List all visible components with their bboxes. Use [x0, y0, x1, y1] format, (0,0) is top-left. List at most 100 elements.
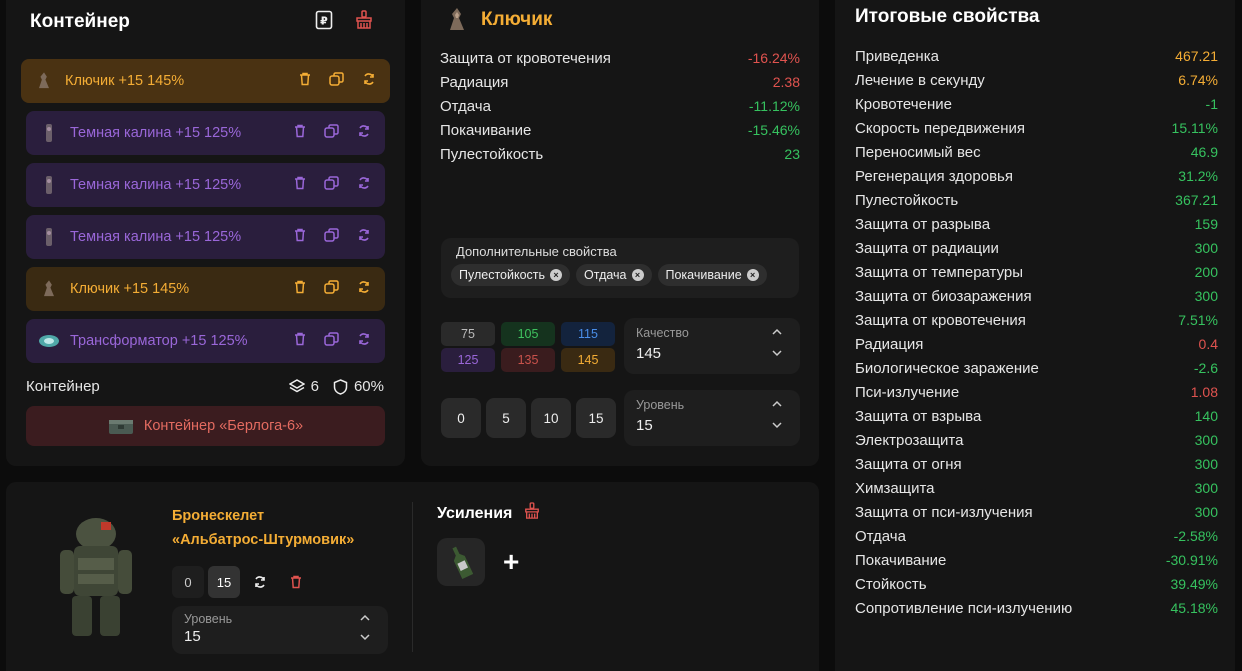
refresh-icon[interactable] — [362, 72, 376, 91]
container-item[interactable]: Темная калина +15 125% — [26, 163, 385, 207]
totals-row: Защита от огня 300 — [855, 456, 1218, 473]
property-chip[interactable]: Покачивание × — [657, 264, 767, 286]
remove-chip-icon[interactable]: × — [550, 269, 563, 281]
totals-label: Стойкость — [855, 576, 927, 593]
totals-row: Кровотечение -1 — [855, 96, 1218, 113]
refresh-icon[interactable] — [357, 176, 371, 195]
container-item[interactable]: Ключик +15 145% — [21, 59, 390, 103]
level-button[interactable]: 5 — [486, 398, 526, 438]
refresh-icon[interactable] — [357, 280, 371, 299]
armor-name: Бронескелет «Альбатрос-Штурмовик» — [172, 504, 354, 552]
clear-broom-icon[interactable] — [524, 502, 540, 525]
artifact-thumb-icon — [38, 330, 60, 352]
copy-icon[interactable] — [324, 279, 339, 299]
chevron-down-icon[interactable] — [360, 632, 370, 644]
totals-value: 467.21 — [1175, 48, 1218, 64]
totals-value: 300 — [1194, 288, 1218, 304]
totals-value: 39.49% — [1170, 576, 1218, 592]
boosts-title: Усиления — [437, 504, 513, 522]
container-footer: Контейнер 6 60% — [26, 378, 384, 395]
totals-value: 46.9 — [1190, 144, 1218, 160]
quality-button[interactable]: 105 — [501, 322, 555, 346]
totals-label: Пулестойкость — [855, 192, 959, 209]
refresh-icon[interactable] — [244, 566, 276, 598]
totals-row: Покачивание -30.91% — [855, 552, 1218, 569]
copy-icon[interactable] — [324, 123, 339, 143]
totals-row: Защита от температуры 200 — [855, 264, 1218, 281]
copy-icon[interactable] — [329, 71, 344, 91]
quality-button[interactable]: 135 — [501, 348, 555, 372]
copy-icon[interactable] — [324, 227, 339, 247]
quality-button[interactable]: 115 — [561, 322, 615, 346]
refresh-icon[interactable] — [357, 332, 371, 351]
level-button[interactable]: 0 — [441, 398, 481, 438]
totals-label: Защита от взрыва — [855, 408, 982, 425]
totals-value: 140 — [1194, 408, 1218, 424]
artifact-thumb-icon — [38, 174, 60, 196]
prop-value: -15.46% — [747, 122, 800, 138]
quality-value: 145 — [636, 345, 662, 362]
remove-chip-icon[interactable]: × — [631, 269, 644, 281]
quality-button[interactable]: 125 — [441, 348, 495, 372]
totals-value: -2.58% — [1173, 528, 1218, 544]
totals-row: Сопротивление пси-излучению 45.18% — [855, 600, 1218, 617]
totals-value: 31.2% — [1178, 168, 1218, 184]
level-button[interactable]: 15 — [576, 398, 616, 438]
totals-row: Радиация 0.4 — [855, 336, 1218, 353]
level-select[interactable]: Уровень 15 — [624, 390, 800, 446]
armor-level-select[interactable]: Уровень 15 — [172, 606, 388, 654]
container-select-button[interactable]: Контейнер «Берлога-6» — [26, 406, 385, 446]
refresh-icon[interactable] — [357, 228, 371, 247]
clear-broom-icon[interactable] — [355, 10, 373, 30]
container-title: Контейнер — [30, 11, 130, 32]
artifact-thumb-icon — [38, 122, 60, 144]
chip-label: Отдача — [584, 268, 627, 282]
totals-value: 45.18% — [1170, 600, 1218, 616]
armor-level-15-button[interactable]: 15 — [208, 566, 240, 598]
prop-label: Радиация — [440, 74, 509, 91]
trash-icon[interactable] — [294, 332, 306, 351]
container-item[interactable]: Ключик +15 145% — [26, 267, 385, 311]
trash-icon[interactable] — [280, 566, 312, 598]
trash-icon[interactable] — [294, 176, 306, 195]
price-icon[interactable]: ₽ — [315, 10, 333, 30]
refresh-icon[interactable] — [357, 124, 371, 143]
trash-icon[interactable] — [294, 228, 306, 247]
copy-icon[interactable] — [324, 331, 339, 351]
armor-name-line2: «Альбатрос-Штурмовик» — [172, 532, 355, 548]
chevron-down-icon[interactable] — [772, 348, 782, 360]
property-chip[interactable]: Отдача × — [576, 264, 652, 286]
artifact-panel: Ключик Защита от кровотечения -16.24% Ради… — [421, 0, 819, 466]
quality-select[interactable]: Качество 145 — [624, 318, 800, 374]
chevron-up-icon[interactable] — [360, 612, 370, 624]
remove-chip-icon[interactable]: × — [746, 269, 759, 281]
add-boost-button[interactable]: + — [503, 546, 519, 578]
chevron-down-icon[interactable] — [772, 420, 782, 432]
totals-row: Переносимый вес 46.9 — [855, 144, 1218, 161]
totals-panel: Итоговые свойства Приведенка 467.21 Лечени… — [835, 0, 1235, 671]
chevron-up-icon[interactable] — [772, 398, 782, 410]
container-item[interactable]: Трансформатор +15 125% — [26, 319, 385, 363]
totals-row: Регенерация здоровья 31.2% — [855, 168, 1218, 185]
copy-icon[interactable] — [324, 175, 339, 195]
slots-count: 6 — [310, 378, 319, 395]
totals-value: 7.51% — [1178, 312, 1218, 328]
container-item[interactable]: Темная калина +15 125% — [26, 111, 385, 155]
totals-value: 6.74% — [1178, 72, 1218, 88]
trash-icon[interactable] — [294, 124, 306, 143]
boost-slot-bottle[interactable] — [437, 538, 485, 586]
quality-button[interactable]: 145 — [561, 348, 615, 372]
container-item-label: Ключик +15 145% — [65, 73, 185, 89]
quality-button[interactable]: 75 — [441, 322, 495, 346]
property-chip[interactable]: Пулестойкость × — [451, 264, 571, 286]
trash-icon[interactable] — [294, 280, 306, 299]
trash-icon[interactable] — [299, 72, 311, 91]
prop-label: Отдача — [440, 98, 491, 115]
totals-label: Переносимый вес — [855, 144, 981, 161]
armor-level-value: 15 — [184, 628, 201, 645]
level-button[interactable]: 10 — [531, 398, 571, 438]
container-item[interactable]: Темная калина +15 125% — [26, 215, 385, 259]
container-footer-label: Контейнер — [26, 378, 100, 395]
chevron-up-icon[interactable] — [772, 326, 782, 338]
armor-level-0-button[interactable]: 0 — [172, 566, 204, 598]
